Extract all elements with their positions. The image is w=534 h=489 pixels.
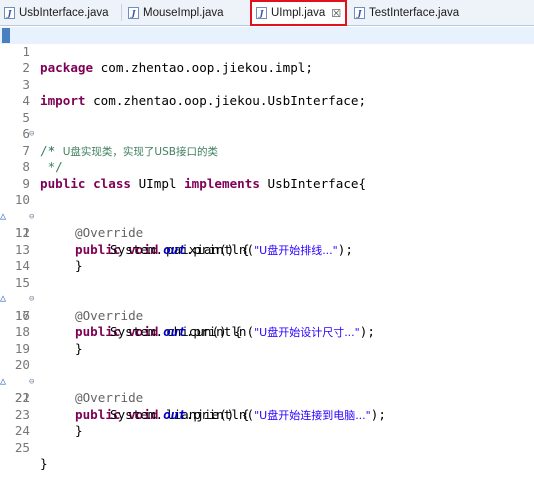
code-line: 4 <box>0 77 534 108</box>
tab-testinterface[interactable]: J TestInterface.java <box>350 1 470 25</box>
code-line: 15 ⊖ @Override <box>0 258 534 323</box>
tab-label: UImpl.java <box>271 7 326 19</box>
code-line: 13 } <box>0 225 534 274</box>
code-line: 25 } <box>0 423 534 472</box>
code-line: △ 16 public void chicun() { <box>0 275 534 339</box>
line-number: 25 <box>14 439 30 455</box>
code-line: 24 <box>0 407 534 438</box>
code-line: 2 <box>0 44 534 75</box>
close-icon[interactable]: ☒ <box>331 7 341 20</box>
java-file-icon: J <box>128 7 139 19</box>
code-line: 23 } <box>0 390 534 439</box>
code-line: 14 <box>0 242 534 273</box>
code-line: 1 package com.zhentao.oop.jiekou.impl; <box>0 27 534 76</box>
code-line: 10 ⊖ @Override <box>0 176 534 240</box>
code-line: 5 ⊖ /* <box>0 93 534 158</box>
code-line: △ 21 public void lianjie() { <box>0 357 534 422</box>
code-line: 20 ⊖ @Override <box>0 341 534 405</box>
code-line: △ 11 public void paixian() { <box>0 192 534 257</box>
code-line: 18 } <box>0 308 534 356</box>
code-line: 7 */ <box>0 126 534 175</box>
editor-tab-bar: J UsbInterface.java J MouseImpl.java J U… <box>0 0 534 26</box>
tab-mouseimpl[interactable]: J MouseImpl.java <box>124 1 246 25</box>
code-line: 3 import com.zhentao.oop.jiekou.UsbInter… <box>0 60 534 109</box>
code-line: 22 System.out.println("U盘开始连接到电脑..."); <box>0 374 534 422</box>
code-editor[interactable]: 1 package com.zhentao.oop.jiekou.impl; 2… <box>0 27 534 472</box>
tab-label: UsbInterface.java <box>19 7 109 19</box>
java-file-icon: J <box>354 7 365 19</box>
code-line: 6 * U盘实现类，实现了USB接口的类 <box>0 110 534 158</box>
java-file-icon: J <box>4 7 15 19</box>
code-line: 19 <box>0 324 534 356</box>
tab-uimpl[interactable]: J UImpl.java ☒ <box>250 0 347 26</box>
code-line: 8 public class UImpl implements UsbInter… <box>0 143 534 191</box>
tab-label: TestInterface.java <box>369 7 460 19</box>
code-line: 17 System.out.println("U盘开始设计尺寸..."); <box>0 291 534 340</box>
java-file-icon: J <box>256 7 267 19</box>
code-line: 12 System.out.println("U盘开始排线..."); <box>0 209 534 257</box>
tab-usbinterface[interactable]: J UsbInterface.java <box>0 1 118 25</box>
tab-label: MouseImpl.java <box>143 7 224 19</box>
code-text: } <box>40 456 48 471</box>
code-line: 9 <box>0 159 534 191</box>
tab-separator <box>121 4 122 21</box>
